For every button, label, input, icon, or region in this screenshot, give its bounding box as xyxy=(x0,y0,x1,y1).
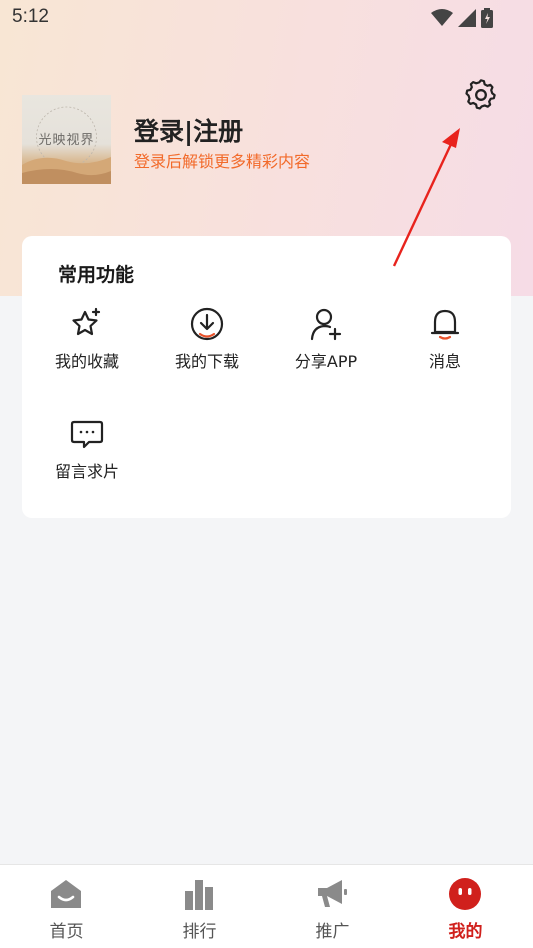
signal-icon xyxy=(458,9,476,27)
share-app-label: 分享APP xyxy=(294,352,358,371)
login-subtitle: 登录后解锁更多精彩内容 xyxy=(134,152,311,171)
favorites-label: 我的收藏 xyxy=(54,352,119,371)
profile-face-icon xyxy=(449,878,481,910)
ranking-icon xyxy=(185,880,213,910)
star-icon xyxy=(72,307,101,336)
nav-ranking-label: 排行 xyxy=(182,922,217,942)
download-icon xyxy=(190,307,224,341)
share-app-button[interactable]: 分享APP xyxy=(266,306,386,386)
downloads-button[interactable]: 我的下载 xyxy=(147,306,267,386)
downloads-label: 我的下载 xyxy=(174,352,239,371)
avatar[interactable]: 光映视界 xyxy=(22,95,111,184)
status-bar: 5:12 xyxy=(0,0,533,36)
common-functions-card: 常用功能 我的收藏 我的下载 分享APP 消息 留言求片 xyxy=(22,236,511,518)
login-register-link[interactable]: 登录|注册 xyxy=(134,112,243,148)
messages-label: 消息 xyxy=(428,352,461,371)
wifi-icon xyxy=(431,9,453,26)
section-title: 常用功能 xyxy=(58,264,135,286)
nav-home-label: 首页 xyxy=(49,922,84,942)
request-movie-label: 留言求片 xyxy=(54,462,119,481)
megaphone-icon xyxy=(318,880,347,907)
bell-icon xyxy=(430,309,460,340)
add-user-icon xyxy=(310,308,342,341)
battery-icon xyxy=(481,8,493,28)
nav-mine[interactable]: 我的 xyxy=(399,865,532,948)
nav-mine-label: 我的 xyxy=(448,922,483,942)
bottom-navigation: 首页 排行 推广 我的 xyxy=(0,864,533,948)
nav-home[interactable]: 首页 xyxy=(0,865,133,948)
status-time: 5:12 xyxy=(12,6,49,27)
gear-icon xyxy=(465,79,496,110)
nav-promote[interactable]: 推广 xyxy=(266,865,399,948)
favorites-button[interactable]: 我的收藏 xyxy=(27,306,147,386)
home-icon xyxy=(51,880,81,908)
nav-promote-label: 推广 xyxy=(315,922,350,942)
settings-button[interactable] xyxy=(464,78,498,112)
avatar-logo-text: 光映视界 xyxy=(38,133,95,148)
messages-button[interactable]: 消息 xyxy=(385,306,505,386)
request-movie-button[interactable]: 留言求片 xyxy=(27,416,147,496)
message-icon xyxy=(70,420,104,449)
nav-ranking[interactable]: 排行 xyxy=(133,865,266,948)
